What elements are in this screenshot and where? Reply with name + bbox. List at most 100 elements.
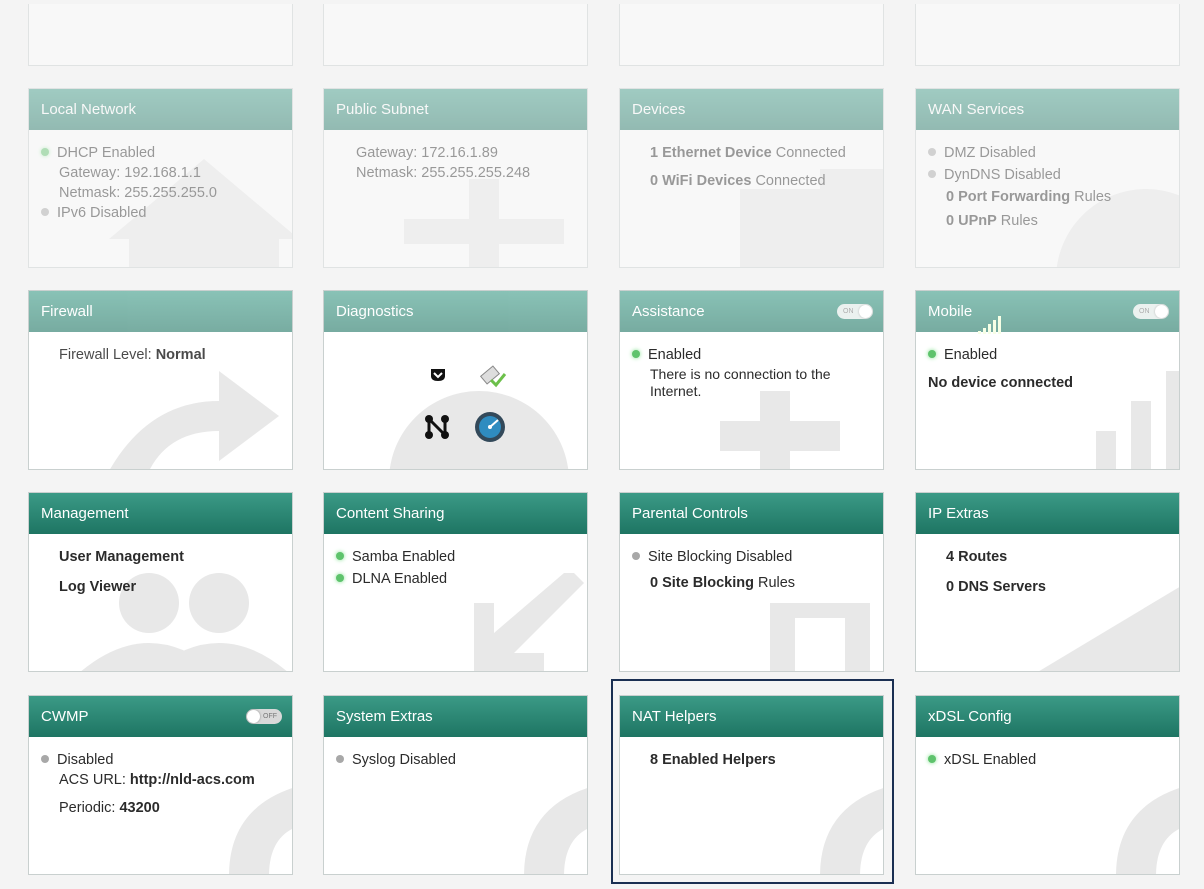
ethernet-count: 1 Ethernet Device bbox=[650, 145, 772, 161]
netmask-text: Netmask: 255.255.255.0 bbox=[59, 185, 217, 201]
periodic-label: Periodic: bbox=[59, 800, 120, 816]
card-mobile[interactable]: Mobile ON Enabled No device connected bbox=[915, 290, 1180, 470]
speedometer-icon bbox=[475, 412, 505, 442]
status-dot bbox=[336, 574, 344, 582]
assistance-message: There is no connection to the Internet. bbox=[650, 366, 831, 399]
support-icon bbox=[720, 391, 840, 469]
dyndns-status: DynDNS Disabled bbox=[944, 167, 1061, 183]
xdsl-status: xDSL Enabled bbox=[944, 752, 1037, 768]
card-cwmp[interactable]: CWMP OFF Disabled ACS URL: http://nld-ac… bbox=[28, 695, 293, 875]
status-dot bbox=[928, 755, 936, 763]
dlna-status: DLNA Enabled bbox=[352, 571, 448, 587]
card-partial bbox=[619, 4, 884, 66]
cwmp-toggle[interactable]: OFF bbox=[246, 709, 282, 724]
card-title: Management bbox=[29, 493, 292, 534]
pocket-icon bbox=[431, 369, 445, 381]
card-assistance[interactable]: Assistance ON Enabled There is no connec… bbox=[619, 290, 884, 470]
card-title: Firewall bbox=[29, 291, 292, 332]
card-partial bbox=[915, 4, 1180, 66]
wrench-icon bbox=[524, 788, 587, 874]
status-dot bbox=[928, 350, 936, 358]
card-title: xDSL Config bbox=[916, 696, 1179, 737]
card-title: WAN Services bbox=[916, 89, 1179, 130]
gateway-text: Gateway: 172.16.1.89 bbox=[356, 145, 498, 161]
samba-status: Samba Enabled bbox=[352, 549, 456, 565]
card-title: IP Extras bbox=[916, 493, 1179, 534]
card-devices[interactable]: Devices 1 Ethernet Device Connected 0 Wi… bbox=[619, 88, 884, 268]
status-dot bbox=[336, 755, 344, 763]
toggle-label: ON bbox=[843, 308, 854, 315]
card-xdsl-config[interactable]: xDSL Config xDSL Enabled bbox=[915, 695, 1180, 875]
toggle-label: ON bbox=[1139, 308, 1150, 315]
network-icon bbox=[404, 179, 564, 267]
card-title: CWMP OFF bbox=[29, 696, 292, 737]
netmask-text: Netmask: 255.255.255.248 bbox=[356, 165, 531, 181]
card-partial bbox=[323, 4, 588, 66]
toggle-knob bbox=[1155, 305, 1168, 318]
firewall-level-value: Normal bbox=[155, 347, 206, 363]
gateway-text: Gateway: 192.168.1.1 bbox=[59, 165, 201, 181]
status-dot bbox=[928, 148, 936, 156]
dhcp-status: DHCP Enabled bbox=[57, 145, 156, 161]
card-management[interactable]: Management User Management Log Viewer bbox=[28, 492, 293, 672]
status-dot bbox=[41, 208, 49, 216]
status-dot bbox=[632, 350, 640, 358]
network-graph-icon bbox=[425, 415, 449, 439]
upnp-count: 0 UPnP bbox=[946, 213, 997, 229]
dmz-status: DMZ Disabled bbox=[944, 145, 1036, 161]
toggle-knob bbox=[859, 305, 872, 318]
mobile-toggle[interactable]: ON bbox=[1133, 304, 1169, 319]
wifi-count: 0 WiFi Devices bbox=[650, 173, 752, 189]
card-content-sharing[interactable]: Content Sharing Samba Enabled DLNA Enabl… bbox=[323, 492, 588, 672]
card-title: Public Subnet bbox=[324, 89, 587, 130]
site-blocking-status: Site Blocking Disabled bbox=[648, 549, 793, 565]
signal-bars-icon bbox=[978, 293, 1003, 334]
shuffle-icon bbox=[110, 371, 279, 469]
syslog-status: Syslog Disabled bbox=[352, 752, 456, 768]
card-ip-extras[interactable]: IP Extras 4 Routes 0 DNS Servers bbox=[915, 492, 1180, 672]
toggle-label: OFF bbox=[263, 713, 277, 720]
port-forwarding-count: 0 Port Forwarding bbox=[946, 189, 1071, 205]
site-blocking-suffix: Rules bbox=[753, 575, 796, 591]
card-title: Devices bbox=[620, 89, 883, 130]
card-title: Local Network bbox=[29, 89, 292, 130]
card-system-extras[interactable]: System Extras Syslog Disabled bbox=[323, 695, 588, 875]
card-title-text: Assistance bbox=[632, 303, 705, 320]
mobile-status: Enabled bbox=[944, 347, 998, 363]
card-firewall[interactable]: Firewall Firewall Level: Normal bbox=[28, 290, 293, 470]
nat-helpers-count: 8 Enabled Helpers bbox=[650, 752, 776, 768]
port-forwarding-suffix: Rules bbox=[1070, 189, 1112, 205]
user-management-link[interactable]: User Management bbox=[59, 549, 184, 565]
card-title-text: CWMP bbox=[41, 708, 89, 725]
card-partial bbox=[28, 4, 293, 66]
card-title: Mobile ON bbox=[916, 291, 1179, 334]
ethernet-suffix: Connected bbox=[771, 145, 846, 161]
mobile-device: No device connected bbox=[928, 375, 1074, 391]
routes-count: 4 Routes bbox=[946, 549, 1008, 565]
card-title: System Extras bbox=[324, 696, 587, 737]
status-dot bbox=[336, 552, 344, 560]
card-wan-services[interactable]: WAN Services DMZ Disabled DynDNS Disable… bbox=[915, 88, 1180, 268]
status-dot bbox=[41, 755, 49, 763]
wifi-suffix: Connected bbox=[751, 173, 826, 189]
log-viewer-link[interactable]: Log Viewer bbox=[59, 579, 136, 595]
acs-url-label: ACS URL: bbox=[59, 772, 130, 788]
status-dot bbox=[41, 148, 49, 156]
ipv6-status: IPv6 Disabled bbox=[57, 205, 147, 221]
firewall-level-label: Firewall Level: bbox=[59, 347, 156, 363]
card-diagnostics[interactable]: Diagnostics bbox=[323, 290, 588, 470]
card-title: Content Sharing bbox=[324, 493, 587, 534]
acs-url-value: http://nld-acs.com bbox=[129, 772, 255, 788]
toggle-knob bbox=[247, 710, 260, 723]
periodic-value: 43200 bbox=[119, 800, 160, 816]
assistance-toggle[interactable]: ON bbox=[837, 304, 873, 319]
status-dot bbox=[632, 552, 640, 560]
site-blocking-count: 0 Site Blocking bbox=[650, 575, 754, 591]
card-public-subnet[interactable]: Public Subnet Gateway: 172.16.1.89 Netma… bbox=[323, 88, 588, 268]
dns-count: 0 DNS Servers bbox=[946, 579, 1046, 595]
card-title-text: Mobile bbox=[928, 303, 973, 320]
status-dot bbox=[928, 170, 936, 178]
card-local-network[interactable]: Local Network DHCP Enabled Gateway: 192.… bbox=[28, 88, 293, 268]
ethernet-check-icon bbox=[479, 365, 507, 388]
card-parental-controls[interactable]: Parental Controls Site Blocking Disabled… bbox=[619, 492, 884, 672]
